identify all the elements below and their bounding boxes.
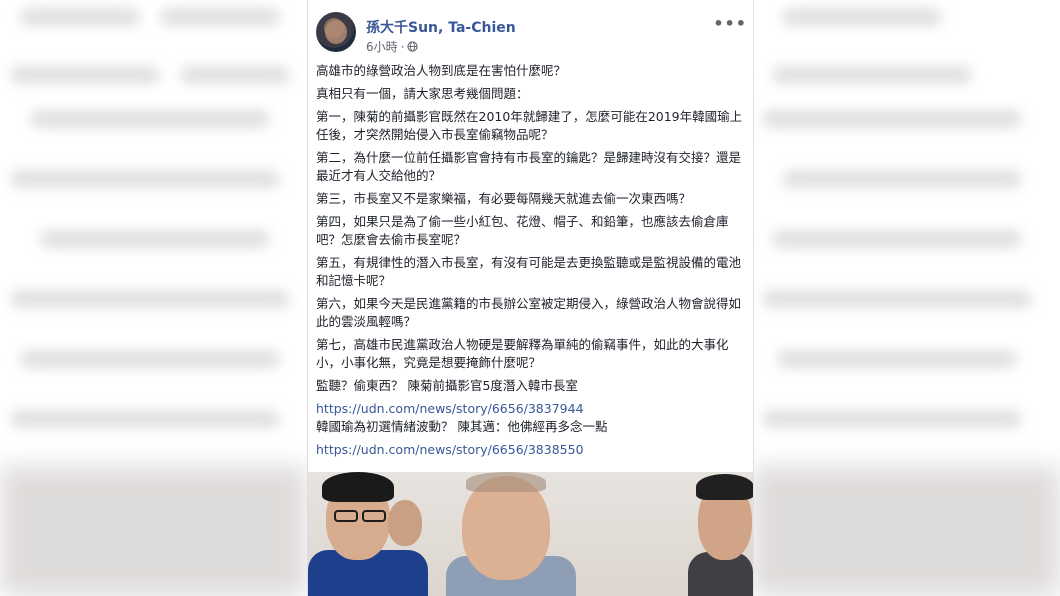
- post-paragraph: 第三，市長室又不是家樂福，有必要每隔幾天就進去偷一次東西嗎？: [316, 191, 692, 206]
- news-link-title: 監聽？偷東西？ 陳菊前攝影官5度潛入韓市長室: [316, 378, 578, 393]
- post-text: 高雄市的綠營政治人物到底是在害怕什麼呢？ 真相只有一個，請大家思考幾個問題： 第…: [316, 62, 746, 459]
- post-meta: 6小時 ·: [366, 38, 419, 55]
- post-timestamp[interactable]: 6小時: [366, 38, 398, 55]
- globe-icon: [407, 41, 419, 52]
- meta-separator: ·: [400, 39, 405, 54]
- author-name[interactable]: 孫大千Sun, Ta-Chien: [366, 17, 516, 37]
- photo-person-background: [388, 492, 428, 596]
- more-options-icon[interactable]: •••: [713, 14, 747, 33]
- facebook-post: 孫大千Sun, Ta-Chien 6小時 · ••• 高雄市的綠營政治人物到底是…: [307, 0, 754, 596]
- blurred-background-right: [752, 0, 1060, 596]
- post-header: 孫大千Sun, Ta-Chien 6小時 · •••: [316, 12, 753, 58]
- post-paragraph: 高雄市的綠營政治人物到底是在害怕什麼呢？: [316, 63, 567, 78]
- news-link-title: 韓國瑜為初選情緒波動？ 陳其邁：他佛經再多念一點: [316, 419, 608, 434]
- post-photo[interactable]: [308, 472, 753, 596]
- news-link-url[interactable]: https://udn.com/news/story/6656/3838550: [316, 441, 746, 459]
- post-paragraph: 第六，如果今天是民進黨籍的市長辦公室被定期侵入，綠營政治人物會說得如此的雲淡風輕…: [316, 296, 742, 329]
- post-paragraph: 第四，如果只是為了偷一些小紅包、花燈、帽子、和鉛筆，也應該去偷倉庫吧？怎麼會去偷…: [316, 214, 729, 247]
- post-paragraph: 第五，有規律性的潛入市長室，有沒有可能是去更換監聽或是監視設備的電池和記憶卡呢？: [316, 255, 742, 288]
- post-paragraph: 第一，陳菊的前攝影官既然在2010年就歸建了，怎麼可能在2019年韓國瑜上任後，…: [316, 109, 743, 142]
- news-link-block: 監聽？偷東西？ 陳菊前攝影官5度潛入韓市長室 https://udn.com/n…: [316, 377, 746, 459]
- avatar[interactable]: [316, 12, 356, 52]
- photo-person-right: [688, 472, 753, 596]
- post-paragraph: 第七，高雄市民進黨政治人物硬是要解釋為單純的偷竊事件，如此的大事化小，小事化無，…: [316, 337, 729, 370]
- news-link-url[interactable]: https://udn.com/news/story/6656/3837944: [316, 400, 746, 418]
- post-paragraph: 第二，為什麼一位前任攝影官會持有市長室的鑰匙？是歸建時沒有交接？還是最近才有人交…: [316, 150, 742, 183]
- photo-person-center: [446, 472, 576, 596]
- blurred-background-left: [0, 0, 307, 596]
- post-paragraph: 真相只有一個，請大家思考幾個問題：: [316, 86, 529, 101]
